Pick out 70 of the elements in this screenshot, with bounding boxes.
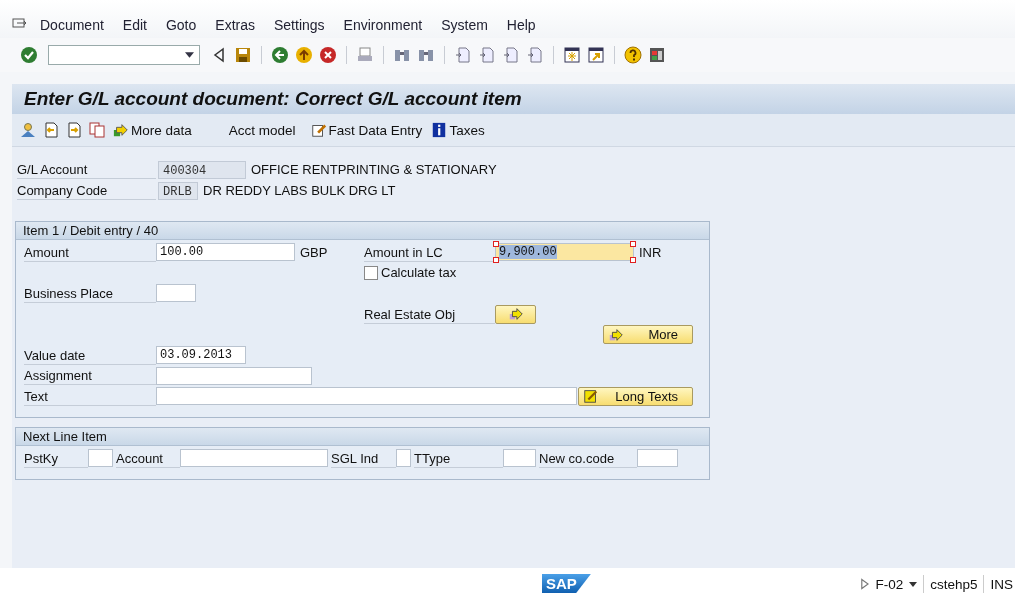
- menu-item[interactable]: Extras: [215, 17, 255, 33]
- page-icon[interactable]: [526, 46, 544, 64]
- toolbar-button[interactable]: More data: [111, 122, 194, 138]
- more-button[interactable]: More: [603, 325, 693, 345]
- save-icon[interactable]: [234, 46, 252, 64]
- enter-check-icon[interactable]: [20, 46, 38, 64]
- toolbar-button[interactable]: Acct model: [226, 122, 298, 138]
- info-icon: [431, 122, 448, 138]
- edit-icon: [310, 122, 327, 138]
- menu-item[interactable]: System: [441, 17, 488, 33]
- menu-item[interactable]: Environment: [343, 17, 423, 33]
- group-title: Item 1 / Debit entry / 40: [16, 222, 709, 240]
- input-field[interactable]: [156, 284, 196, 303]
- toolbar-button[interactable]: Taxes: [429, 122, 487, 138]
- field-label: G/L Account: [17, 160, 156, 179]
- checkbox-label[interactable]: Calculate tax: [381, 265, 457, 281]
- previous-document-icon[interactable]: [42, 121, 60, 139]
- copy-icon[interactable]: [88, 121, 106, 139]
- arrow-icon: [608, 326, 624, 343]
- menu-item[interactable]: Document: [40, 17, 104, 33]
- page-icon[interactable]: [502, 46, 520, 64]
- print-icon[interactable]: [356, 46, 374, 64]
- next-document-icon[interactable]: [65, 121, 83, 139]
- transaction-code: F-02: [875, 576, 904, 592]
- currency-label: INR: [639, 244, 662, 260]
- arrow-icon: [507, 306, 524, 323]
- group-title: Next Line Item: [16, 428, 709, 446]
- shortcut-icon[interactable]: [587, 46, 605, 64]
- display-field: 400304: [158, 160, 246, 179]
- menu-item[interactable]: Settings: [274, 17, 325, 33]
- field-description: DR REDDY LABS BULK DRG LT: [203, 183, 396, 198]
- checkbox[interactable]: [364, 265, 378, 280]
- long-texts-button[interactable]: Long Texts: [578, 386, 693, 406]
- arrow-button[interactable]: [495, 304, 536, 324]
- input-field[interactable]: [156, 387, 577, 406]
- input-field[interactable]: 03.09.2013: [156, 346, 246, 365]
- field-description: OFFICE RENTPRINTING & STATIONARY: [251, 162, 497, 177]
- input-field[interactable]: 9,900.00: [495, 243, 634, 262]
- pencil-icon: [583, 388, 599, 405]
- command-field[interactable]: [48, 45, 200, 65]
- input-field[interactable]: [156, 366, 312, 385]
- page-icon[interactable]: [478, 46, 496, 64]
- help-icon[interactable]: [624, 46, 642, 64]
- server-name: cstehp5: [930, 576, 978, 592]
- field-label: Company Code: [17, 181, 156, 200]
- screen-title: Enter G/L account document: Correct G/L account item: [24, 88, 522, 110]
- input-field[interactable]: [88, 449, 113, 467]
- input-field[interactable]: [503, 449, 536, 467]
- menu-item[interactable]: Edit: [122, 17, 147, 33]
- cancel-icon[interactable]: [319, 46, 337, 64]
- field-label: Real Estate Obj: [364, 304, 495, 324]
- person-icon[interactable]: [19, 121, 37, 139]
- sap-logo: SAP: [542, 574, 591, 593]
- currency-label: GBP: [300, 244, 328, 260]
- expand-triangle-icon[interactable]: [860, 578, 870, 590]
- menu-item[interactable]: Help: [506, 17, 536, 33]
- arrow-icon: [113, 122, 129, 138]
- layout-icon[interactable]: [648, 46, 666, 64]
- toolbar-button[interactable]: Fast Data Entry: [308, 122, 425, 138]
- input-field[interactable]: 100.00: [156, 243, 295, 262]
- input-field[interactable]: [637, 449, 678, 467]
- input-field[interactable]: [180, 449, 328, 467]
- new-session-icon[interactable]: [563, 46, 581, 64]
- dropdown-icon[interactable]: [909, 581, 918, 587]
- display-field: DRLB: [158, 181, 198, 200]
- insert-mode: INS: [990, 576, 1013, 592]
- dropdown-icon[interactable]: [185, 52, 194, 58]
- page-icon[interactable]: [454, 46, 472, 64]
- input-field[interactable]: [396, 449, 411, 467]
- menu-item[interactable]: Goto: [165, 17, 197, 33]
